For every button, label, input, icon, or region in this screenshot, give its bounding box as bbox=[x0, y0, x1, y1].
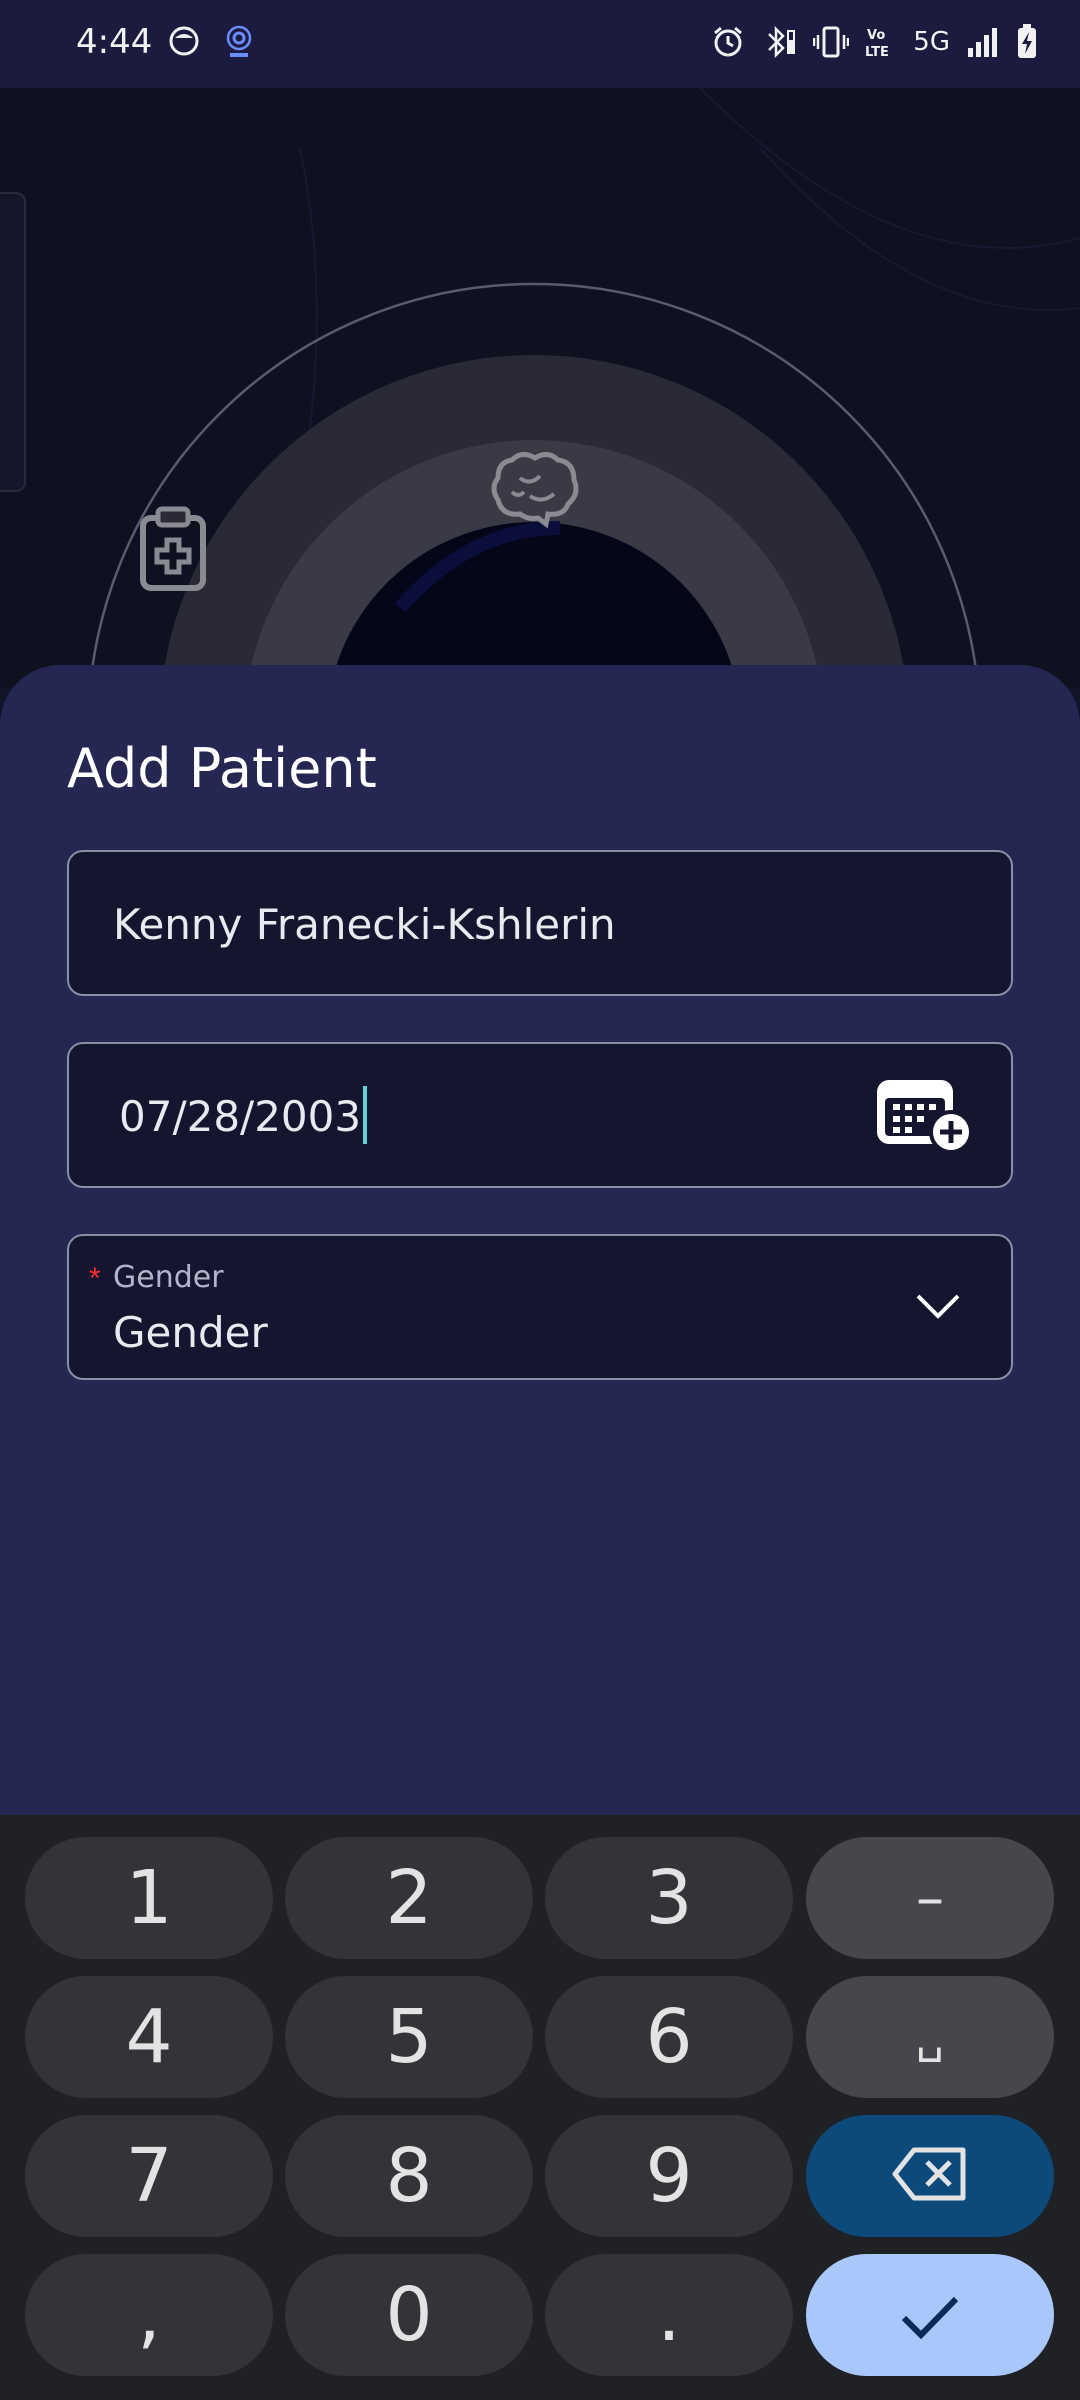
clipboard-medical-icon[interactable] bbox=[138, 506, 208, 597]
gender-label: Gender bbox=[113, 1260, 224, 1295]
birth-date-value: 07/28/2003 bbox=[119, 1092, 362, 1141]
network-type: 5G bbox=[913, 27, 950, 57]
bluetooth-icon bbox=[761, 24, 797, 60]
key-1[interactable]: 1 bbox=[25, 1837, 273, 1959]
app-background bbox=[0, 88, 1080, 688]
dial-graphic bbox=[88, 88, 1080, 688]
svg-text:LTE: LTE bbox=[865, 45, 889, 59]
key-9[interactable]: 9 bbox=[545, 2115, 793, 2237]
chevron-down-icon[interactable] bbox=[915, 1291, 961, 1321]
key-comma[interactable]: , bbox=[25, 2254, 273, 2376]
required-mark: * bbox=[89, 1262, 101, 1295]
calendar-add-icon[interactable] bbox=[873, 1074, 973, 1154]
key-space[interactable]: ␣ bbox=[806, 1976, 1054, 2098]
key-dash[interactable]: – bbox=[806, 1837, 1054, 1959]
battery-charging-icon bbox=[1016, 24, 1038, 60]
key-5[interactable]: 5 bbox=[285, 1976, 533, 2098]
signal-icon bbox=[966, 26, 1000, 58]
face-notification-icon bbox=[168, 24, 200, 60]
alarm-icon bbox=[711, 25, 745, 59]
sheet-title: Add Patient bbox=[67, 737, 377, 800]
backspace-button[interactable] bbox=[806, 2115, 1054, 2237]
key-6[interactable]: 6 bbox=[545, 1976, 793, 2098]
key-2[interactable]: 2 bbox=[285, 1837, 533, 1959]
svg-text:Vo: Vo bbox=[867, 28, 885, 43]
numeric-keyboard: 1 2 3 – 4 5 6 ␣ 7 8 9 , 0 . bbox=[0, 1815, 1080, 2400]
status-bar: 4:44 Vo LTE 5G bbox=[0, 0, 1080, 88]
status-notifications bbox=[168, 24, 256, 60]
vibrate-icon bbox=[813, 25, 850, 59]
text-cursor bbox=[363, 1085, 368, 1144]
key-8[interactable]: 8 bbox=[285, 2115, 533, 2237]
brain-icon[interactable] bbox=[490, 450, 580, 535]
patient-name-value: Kenny Franecki-Kshlerin bbox=[113, 900, 616, 949]
backspace-icon bbox=[892, 2133, 968, 2219]
patient-name-field[interactable]: Kenny Franecki-Kshlerin bbox=[67, 850, 1013, 996]
key-0[interactable]: 0 bbox=[285, 2254, 533, 2376]
hotspot-icon bbox=[222, 24, 256, 60]
key-7[interactable]: 7 bbox=[25, 2115, 273, 2237]
key-period[interactable]: . bbox=[545, 2254, 793, 2376]
check-icon bbox=[900, 2272, 960, 2358]
status-time: 4:44 bbox=[76, 22, 153, 62]
birth-date-input[interactable]: 07/28/2003 bbox=[119, 1085, 368, 1144]
status-system-icons: Vo LTE 5G bbox=[711, 24, 1038, 60]
gender-select[interactable]: * Gender Gender bbox=[67, 1234, 1013, 1380]
key-4[interactable]: 4 bbox=[25, 1976, 273, 2098]
birth-date-field[interactable]: 07/28/2003 bbox=[67, 1042, 1013, 1188]
volte-icon: Vo LTE bbox=[865, 25, 897, 59]
add-patient-sheet: Add Patient Kenny Franecki-Kshlerin 07/2… bbox=[0, 665, 1080, 1815]
gender-value: Gender bbox=[113, 1308, 268, 1357]
enter-button[interactable] bbox=[806, 2254, 1054, 2376]
key-3[interactable]: 3 bbox=[545, 1837, 793, 1959]
